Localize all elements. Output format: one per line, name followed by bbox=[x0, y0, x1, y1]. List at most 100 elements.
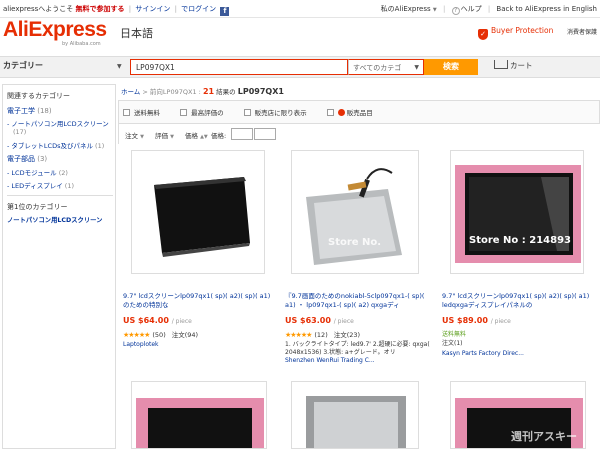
product-image[interactable]: Store No : 214893 bbox=[450, 150, 584, 274]
free-shipping-badge: 送料無料 bbox=[442, 331, 467, 338]
product-image[interactable] bbox=[131, 381, 267, 449]
results-label: 結果の bbox=[216, 88, 236, 96]
logo-subtitle: by Alibaba.com bbox=[62, 41, 101, 47]
store-overlay: Store No : 214893 bbox=[469, 235, 571, 246]
breadcrumb-sep: > bbox=[142, 88, 148, 96]
join-link[interactable]: 無料で参加する bbox=[76, 5, 125, 13]
divider bbox=[7, 195, 113, 196]
lcd-panel-image bbox=[136, 398, 264, 448]
search-bar: カテゴリー ▼ LP097QX1 すべてのカテゴ ▼ 検索 カート bbox=[0, 56, 600, 78]
product-title[interactable]: 9.7" lcdスクリーンlp097qx1( sp)( a2)( sp)( a1… bbox=[442, 292, 592, 310]
checkbox[interactable] bbox=[123, 109, 130, 116]
review-count[interactable]: (12) bbox=[314, 331, 327, 339]
buyer-protection-link[interactable]: ✓ Buyer Protection bbox=[478, 26, 553, 40]
rating-stars: ★★★★★ (50) 注文(94) bbox=[123, 331, 199, 339]
lcd-panel-image bbox=[455, 165, 581, 263]
divider: | bbox=[442, 5, 446, 13]
product-title[interactable]: 9.7" lcdスクリーンlp097qx1( sp)( a2)( sp)( a1… bbox=[123, 292, 273, 310]
category-select-value: すべてのカテゴ bbox=[353, 64, 402, 72]
my-aliexpress-link[interactable]: 私のAliExpress bbox=[381, 5, 431, 13]
mall-icon bbox=[337, 109, 345, 116]
top-bar: aliexpressへようこそ 無料で参加する | サインイン | でログイン … bbox=[0, 0, 600, 18]
cart-link[interactable]: カート bbox=[494, 60, 533, 71]
aliexpress-logo[interactable]: AliExpress bbox=[3, 18, 107, 42]
breadcrumb-path: 前向LP097QX1 bbox=[149, 88, 197, 96]
top-category-link[interactable]: ノートパソコン用LCDスクリーン bbox=[7, 215, 102, 224]
seller-filter[interactable]: 販売店に限り表示 bbox=[243, 107, 307, 117]
shield-icon: ✓ bbox=[478, 29, 488, 40]
chevron-down-icon: ▼ bbox=[414, 64, 419, 71]
chevron-down-icon: ▼ bbox=[432, 7, 437, 13]
price-max-input[interactable] bbox=[254, 128, 276, 140]
sidebar-item-electronics[interactable]: 電子工学 (18) bbox=[7, 106, 52, 116]
help-link[interactable]: ヘルプ bbox=[461, 5, 482, 13]
signin-link[interactable]: サインイン bbox=[135, 5, 170, 13]
price-min-input[interactable] bbox=[231, 128, 253, 140]
consumer-protection-label[interactable]: 消費者保護 bbox=[567, 27, 597, 36]
free-shipping-filter[interactable]: 送料無料 bbox=[123, 107, 160, 117]
product-image[interactable] bbox=[131, 150, 265, 274]
product-image[interactable]: Store No. bbox=[291, 150, 419, 274]
divider: | bbox=[128, 5, 132, 13]
sort-arrow-icon: ▼ bbox=[170, 134, 174, 140]
lcd-panel-image bbox=[154, 177, 250, 257]
search-input[interactable]: LP097QX1 bbox=[130, 59, 348, 75]
breadcrumb-home[interactable]: ホーム bbox=[121, 88, 140, 96]
header: AliExpress by Alibaba.com 日本語 ✓ Buyer Pro… bbox=[0, 18, 600, 56]
rating-stars: ★★★★★ (12) 注文(23) bbox=[285, 331, 361, 339]
facebook-icon[interactable]: f bbox=[220, 7, 230, 16]
store-watermark: Store No. bbox=[328, 237, 382, 248]
store-name[interactable]: Kasyn Parts Factory Direc... bbox=[442, 350, 524, 357]
sort-row: 注文 ▼ 評価 ▼ 価格 ▲▼ 価格: - bbox=[119, 123, 600, 144]
sort-arrow-icon: ▲▼ bbox=[200, 134, 208, 140]
store-name[interactable]: Shenzhen WenRui Trading C... bbox=[285, 357, 375, 364]
product-image[interactable]: 週刊アスキー bbox=[450, 381, 586, 449]
price-label: 価格: bbox=[211, 132, 227, 140]
top-rated-filter[interactable]: 最高評価の bbox=[180, 107, 224, 117]
login-link[interactable]: でログイン bbox=[181, 5, 216, 13]
lcd-panel-image bbox=[306, 396, 406, 448]
top-right-links: 私のAliExpress ▼ | ? ヘルプ | Back to AliExpre… bbox=[381, 4, 597, 15]
language-label: 日本語 bbox=[120, 27, 153, 40]
welcome-area: aliexpressへようこそ 無料で参加する | サインイン | でログイン … bbox=[3, 4, 230, 16]
checkbox[interactable] bbox=[180, 109, 188, 116]
sidebar-item-count: (17) bbox=[13, 128, 27, 136]
product-price: US $63.00 / piece bbox=[285, 316, 354, 325]
sort-orders[interactable]: 注文 ▼ bbox=[125, 130, 144, 140]
sidebar-item-laptop-lcd[interactable]: - ノートパソコン用LCDスクリーン bbox=[7, 118, 109, 128]
breadcrumb-sep: : bbox=[198, 88, 201, 96]
divider: | bbox=[174, 5, 177, 13]
product-price: US $89.00 / piece bbox=[442, 316, 511, 325]
breadcrumb: ホーム > 前向LP097QX1 : 21 結果の LP097QX1 bbox=[121, 86, 284, 96]
sidebar-item-components[interactable]: 電子部品 (3) bbox=[7, 154, 47, 164]
filter-row: 送料無料 最高評価の 販売店に限り表示 販売品目 bbox=[123, 107, 391, 117]
order-count: 注文(1) bbox=[442, 340, 463, 347]
search-button[interactable]: 検索 bbox=[424, 59, 478, 75]
sort-rating[interactable]: 評価 ▼ bbox=[155, 130, 174, 140]
watermark: 週刊アスキー bbox=[511, 430, 577, 443]
top-category-title: 第1位のカテゴリー bbox=[7, 203, 68, 211]
store-name[interactable]: Laptoplotek bbox=[123, 341, 159, 348]
order-count: 注文(23) bbox=[333, 331, 361, 339]
category-button[interactable]: カテゴリー bbox=[3, 60, 43, 71]
checkbox[interactable] bbox=[326, 109, 334, 116]
mall-filter[interactable]: 販売品目 bbox=[326, 107, 373, 117]
checkbox[interactable] bbox=[243, 109, 251, 116]
product-image[interactable] bbox=[291, 381, 419, 449]
back-to-english-link[interactable]: Back to AliExpress in English bbox=[496, 5, 597, 13]
sort-price[interactable]: 価格 ▲▼ bbox=[185, 130, 208, 140]
sidebar-item-lcd-module[interactable]: - LCDモジュール (2) bbox=[7, 167, 68, 177]
category-select[interactable]: すべてのカテゴ ▼ bbox=[348, 59, 424, 75]
review-count[interactable]: (50) bbox=[152, 331, 165, 339]
sidebar-item-led-display[interactable]: - LEDディスプレイ (1) bbox=[7, 180, 74, 190]
cart-icon bbox=[494, 60, 508, 69]
buyer-protection-label: Buyer Protection bbox=[491, 26, 554, 35]
related-categories-sidebar: 関連するカテゴリー 電子工学 (18) - ノートパソコン用LCDスクリーン (… bbox=[2, 84, 116, 449]
sidebar-title: 関連するカテゴリー bbox=[7, 92, 70, 100]
product-title[interactable]: 『9.7画面のためのnokiabl-5clp097qx1-( sp)( a1) … bbox=[285, 292, 435, 310]
chevron-down-icon: ▼ bbox=[117, 63, 122, 70]
sidebar-item-tablet-lcd[interactable]: - タブレットLCDs及びパネル (1) bbox=[7, 140, 104, 150]
product-note: 1. バックライトタイプ: led9.7' 2.超硬に必要: qxga( 204… bbox=[285, 341, 430, 356]
order-count: 注文(94) bbox=[171, 331, 199, 339]
welcome-text: aliexpressへようこそ bbox=[3, 5, 74, 13]
